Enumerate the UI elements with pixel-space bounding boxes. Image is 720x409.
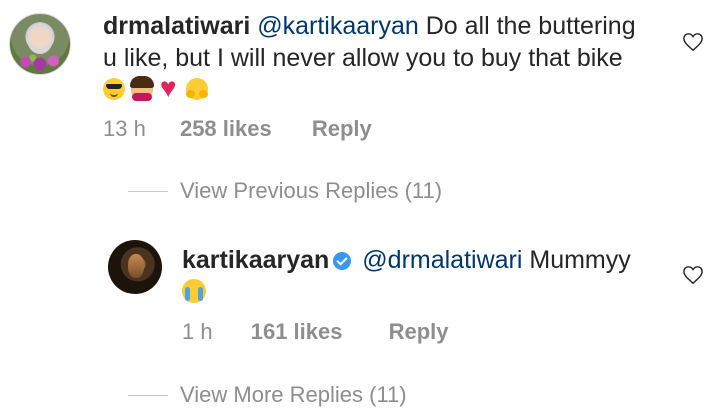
avatar-drmalatiwari[interactable] bbox=[9, 13, 71, 75]
hugging-face-emoji-icon bbox=[186, 78, 209, 100]
comment-1-meta: 13 h 258 likes Reply bbox=[103, 116, 372, 142]
sunglasses-emoji-icon bbox=[103, 78, 125, 100]
comment-1-text-part-1: Do all the buttering bbox=[425, 12, 636, 40]
comment-2-username[interactable]: kartikaaryan bbox=[182, 246, 329, 274]
view-previous-replies[interactable]: View Previous Replies (11) bbox=[128, 178, 442, 204]
comment-2-line-1: kartikaaryan @drmalatiwari Mummyy bbox=[182, 244, 631, 276]
replies-divider bbox=[128, 394, 168, 396]
view-more-replies[interactable]: View More Replies (11) bbox=[128, 382, 407, 408]
comment-2-meta: 1 h 161 likes Reply bbox=[182, 319, 449, 345]
woman-gesturing-no-emoji-icon bbox=[130, 76, 155, 101]
comment-1-reply-button[interactable]: Reply bbox=[312, 116, 372, 141]
comment-1-line-1: drmalatiwari @kartikaaryan Do all the bu… bbox=[103, 10, 636, 42]
loudly-crying-emoji-icon bbox=[182, 279, 206, 303]
avatar-face bbox=[27, 24, 53, 54]
avatar-face bbox=[128, 254, 144, 278]
comment-1-mention[interactable]: @kartikaaryan bbox=[257, 12, 419, 40]
comment-1-time[interactable]: 13 h bbox=[103, 116, 146, 141]
avatar-flowers bbox=[16, 52, 64, 72]
comment-2-mention[interactable]: @drmalatiwari bbox=[362, 246, 522, 274]
comment-1-emojis bbox=[103, 74, 210, 102]
avatar-kartikaaryan[interactable] bbox=[108, 240, 162, 294]
comment-2-reply-button[interactable]: Reply bbox=[389, 319, 449, 344]
comment-2-emojis bbox=[182, 279, 208, 303]
comment-2-time[interactable]: 1 h bbox=[182, 319, 213, 344]
comment-2-like-heart-icon[interactable] bbox=[682, 265, 704, 285]
red-heart-emoji-icon bbox=[160, 74, 180, 102]
comment-2-text: Mummyy bbox=[529, 246, 631, 274]
view-more-replies-label[interactable]: View More Replies (11) bbox=[180, 382, 407, 408]
verified-badge-icon bbox=[333, 252, 352, 271]
comment-2-likes[interactable]: 161 likes bbox=[251, 319, 343, 344]
comment-1-line-2: u like, but I will never allow you to bu… bbox=[103, 44, 623, 72]
view-previous-replies-label[interactable]: View Previous Replies (11) bbox=[180, 178, 442, 204]
replies-divider bbox=[128, 190, 168, 192]
comment-1-like-heart-icon[interactable] bbox=[682, 32, 704, 52]
comment-1-username[interactable]: drmalatiwari bbox=[103, 12, 250, 40]
comment-1-likes[interactable]: 258 likes bbox=[180, 116, 272, 141]
